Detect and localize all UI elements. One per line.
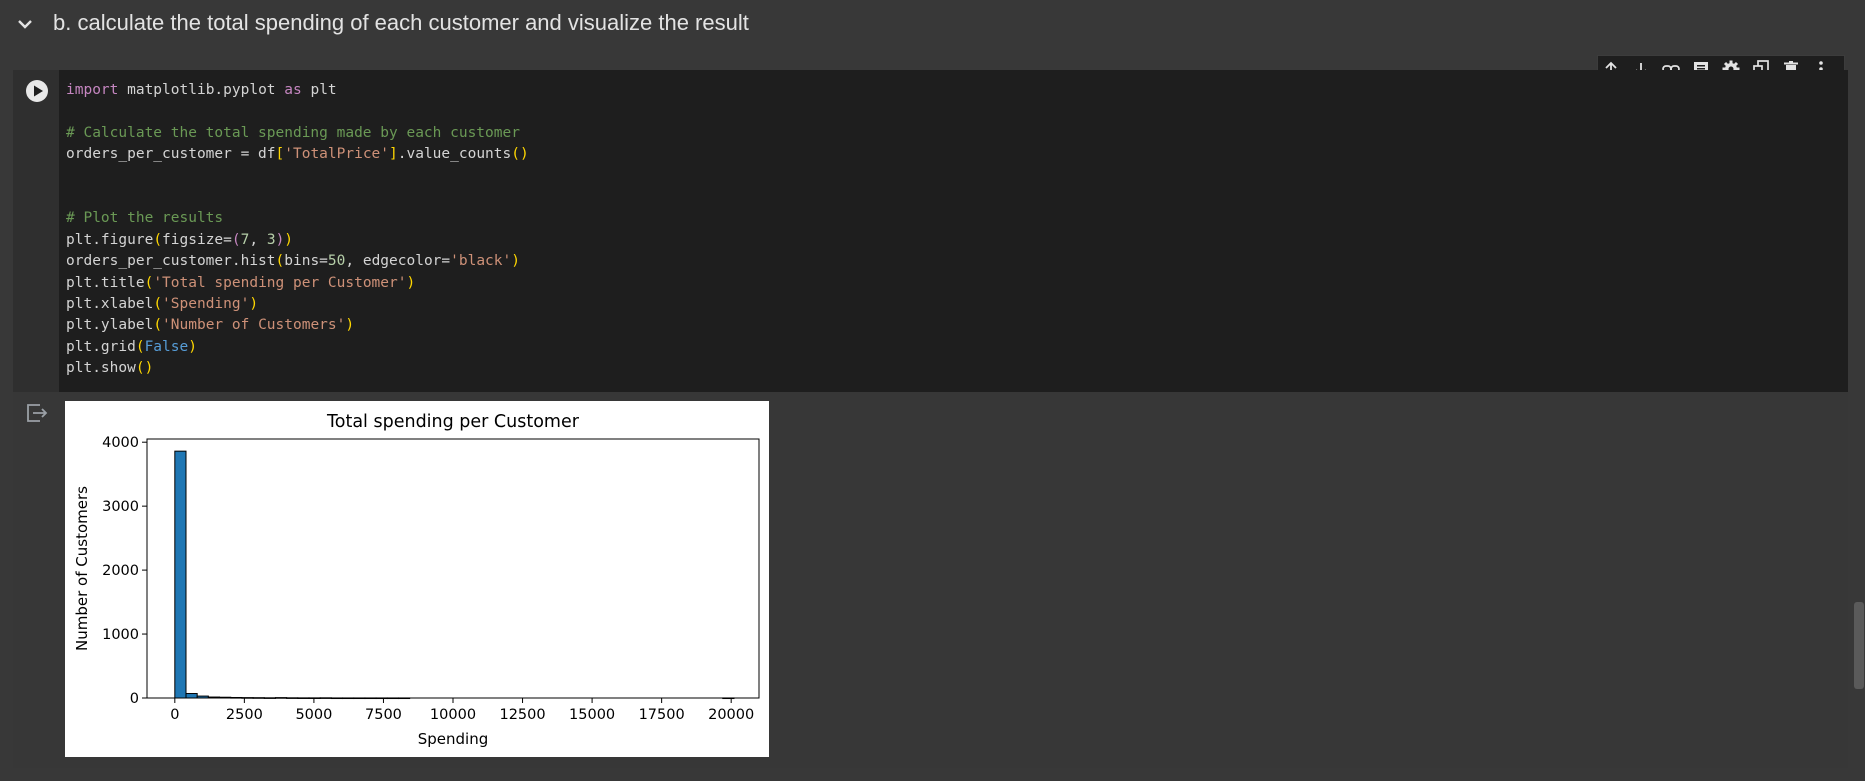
x-tick-label: 2500 — [226, 707, 263, 723]
chevron-down-icon[interactable] — [14, 13, 36, 35]
x-tick-label: 7500 — [365, 707, 402, 723]
code-token: 'black' — [450, 253, 512, 270]
plot-frame — [146, 438, 760, 699]
code-token: ) — [406, 274, 416, 291]
y-tick-label: 4000 — [102, 435, 139, 451]
code-token: ) — [511, 253, 520, 270]
code-token: plt.show — [66, 360, 136, 377]
code-token: () — [511, 146, 529, 163]
code-token: ( — [231, 231, 241, 248]
cell-gutter — [13, 70, 59, 392]
x-axis-label: Spending — [418, 730, 489, 748]
x-tick-label: 12500 — [499, 707, 545, 723]
code-token: plt.figure — [66, 231, 154, 248]
code-line: plt.xlabel('Spending') — [66, 294, 529, 315]
play-icon — [34, 85, 43, 97]
code-token: 3 — [266, 231, 276, 248]
y-tick-label: 3000 — [102, 499, 139, 515]
code-token: # Plot the results — [66, 210, 224, 227]
output-icon[interactable] — [25, 402, 49, 424]
section-title: b. calculate the total spending of each … — [53, 10, 749, 35]
code-line: plt.grid(False) — [66, 337, 529, 358]
code-token: ( — [275, 253, 285, 270]
code-token: [ — [275, 146, 285, 163]
code-line: plt.ylabel('Number of Customers') — [66, 315, 529, 336]
x-tick-label: 10000 — [430, 707, 476, 723]
code-token: ) — [188, 338, 197, 355]
code-token: import — [66, 82, 119, 98]
code-token: # Calculate the total spending made by e… — [66, 124, 520, 141]
code-token: orders_per_customer = df — [66, 146, 276, 163]
code-line: orders_per_customer.hist(bins=50, edgeco… — [66, 251, 529, 272]
code-token: 'Number of Customers' — [162, 317, 346, 334]
code-line: orders_per_customer = df['TotalPrice'].v… — [66, 144, 529, 165]
code-token: ( — [153, 317, 163, 334]
code-token: 'TotalPrice' — [284, 146, 390, 163]
code-line: plt.title('Total spending per Customer') — [66, 273, 529, 294]
code-token: ( — [135, 338, 145, 355]
code-token: ) — [249, 295, 259, 312]
y-tick-label: 1000 — [102, 627, 139, 643]
x-tick-label: 15000 — [569, 707, 615, 723]
code-token: .value_counts — [397, 146, 512, 163]
code-token: , — [249, 231, 267, 248]
code-cell[interactable]: import matplotlib.pyplot as plt # Calcul… — [13, 70, 1848, 392]
run-cell-button[interactable] — [26, 80, 48, 102]
x-tick-label: 20000 — [708, 707, 754, 723]
histogram-bar — [185, 693, 198, 699]
histogram-bar — [174, 450, 187, 699]
x-tick-label: 0 — [170, 707, 179, 723]
code-token: () — [135, 360, 154, 377]
code-token: bins= — [284, 253, 328, 270]
code-line: plt.show() — [66, 358, 529, 379]
code-token: as — [284, 82, 302, 98]
y-tick-label: 0 — [130, 691, 139, 707]
code-line: import matplotlib.pyplot as plt — [66, 80, 529, 101]
code-editor[interactable]: import matplotlib.pyplot as plt # Calcul… — [66, 80, 529, 379]
code-line: plt.figure(figsize=(7, 3)) — [66, 230, 529, 251]
code-token: ( — [153, 231, 163, 248]
y-axis-label: Number of Customers — [73, 486, 91, 651]
code-token: ( — [144, 274, 154, 291]
histogram-plot: 0 2500 5000 7500 10000 12500 15000 17500 20000 0 1… — [65, 401, 769, 757]
code-token: figsize= — [162, 231, 232, 248]
code-token: ) — [345, 317, 355, 334]
code-token: ) — [284, 231, 294, 248]
code-token: ] — [389, 146, 398, 163]
code-line: # Calculate the total spending made by e… — [66, 123, 529, 144]
code-token: matplotlib.pyplot — [118, 82, 285, 98]
code-token: False — [144, 338, 189, 355]
code-token: plt — [301, 82, 337, 98]
histogram-chart: 0 2500 5000 7500 10000 12500 15000 17500 20000 0 1… — [73, 412, 760, 748]
code-token: orders_per_customer.hist — [66, 253, 276, 270]
code-token: plt.grid — [66, 338, 136, 355]
y-tick-label: 2000 — [102, 563, 139, 579]
scrollbar-thumb[interactable] — [1854, 602, 1864, 689]
section-header: b. calculate the total spending of each … — [0, 0, 1865, 46]
code-token: plt.ylabel — [66, 317, 154, 334]
code-token: 'Spending' — [162, 295, 250, 312]
x-tick-label: 5000 — [295, 707, 332, 723]
code-token: , edgecolor= — [345, 253, 451, 270]
code-token: plt.title — [66, 274, 145, 291]
code-token: plt.xlabel — [66, 295, 154, 312]
x-tick-label: 17500 — [639, 707, 685, 723]
code-token: 'Total spending per Customer' — [153, 274, 407, 291]
code-token: ) — [275, 231, 285, 248]
code-token: ( — [153, 295, 163, 312]
code-token: 50 — [327, 253, 346, 270]
code-line: # Plot the results — [66, 208, 529, 229]
chart-title: Total spending per Customer — [326, 412, 580, 432]
